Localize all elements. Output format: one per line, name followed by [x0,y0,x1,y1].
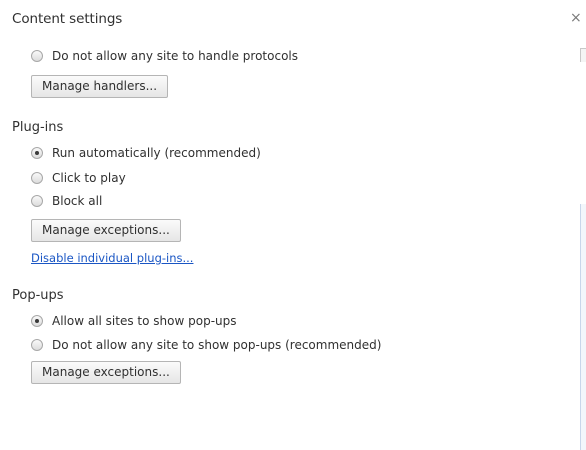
radio-label: Allow all sites to show pop-ups [52,314,237,328]
radio-button[interactable] [31,339,43,351]
radio-button[interactable] [31,147,43,159]
radio-label: Do not allow any site to handle protocol… [52,49,298,63]
scrollbar[interactable] [580,48,586,450]
section-heading-popups: Pop-ups [12,288,64,303]
radio-button[interactable] [31,172,43,184]
radio-plugins-block-all[interactable]: Block all [31,193,102,209]
scroll-thumb[interactable] [580,204,586,450]
radio-label: Click to play [52,171,126,185]
radio-label: Do not allow any site to show pop-ups (r… [52,338,382,352]
radio-handlers-deny[interactable]: Do not allow any site to handle protocol… [31,48,298,64]
section-heading-plugins: Plug-ins [12,120,64,135]
radio-button[interactable] [31,50,43,62]
manage-popup-exceptions-button[interactable]: Manage exceptions... [31,361,181,384]
scroll-up-arrow[interactable] [580,48,586,62]
dialog-title: Content settings [12,11,123,27]
manage-handlers-button[interactable]: Manage handlers... [31,75,169,98]
radio-button[interactable] [31,195,43,207]
manage-plugin-exceptions-button[interactable]: Manage exceptions... [31,219,181,242]
radio-label: Run automatically (recommended) [52,146,261,160]
disable-individual-plugins-link[interactable]: Disable individual plug-ins... [31,251,193,265]
radio-button[interactable] [31,315,43,327]
close-icon[interactable]: × [570,8,582,28]
radio-plugins-run-automatically[interactable]: Run automatically (recommended) [31,145,261,161]
radio-plugins-click-to-play[interactable]: Click to play [31,170,126,186]
radio-popups-allow-all[interactable]: Allow all sites to show pop-ups [31,313,237,329]
radio-label: Block all [52,194,103,208]
radio-popups-deny[interactable]: Do not allow any site to show pop-ups (r… [31,337,381,353]
